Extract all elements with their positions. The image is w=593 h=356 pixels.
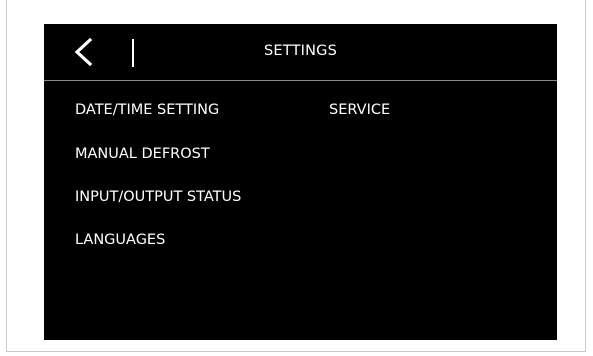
menu-item-manual-defrost[interactable]: MANUAL DEFROST bbox=[75, 144, 210, 164]
page-title: SETTINGS bbox=[264, 43, 337, 59]
header-bar: SETTINGS bbox=[44, 24, 557, 80]
settings-screen: SETTINGS DATE/TIME SETTING MANUAL DEFROS… bbox=[44, 24, 557, 340]
menu-item-languages[interactable]: LANGUAGES bbox=[75, 230, 165, 250]
menu-item-input-output-status[interactable]: INPUT/OUTPUT STATUS bbox=[75, 187, 241, 207]
header-separator bbox=[44, 80, 557, 81]
menu-item-service[interactable]: SERVICE bbox=[329, 100, 390, 120]
menu-item-date-time-setting[interactable]: DATE/TIME SETTING bbox=[75, 100, 219, 120]
